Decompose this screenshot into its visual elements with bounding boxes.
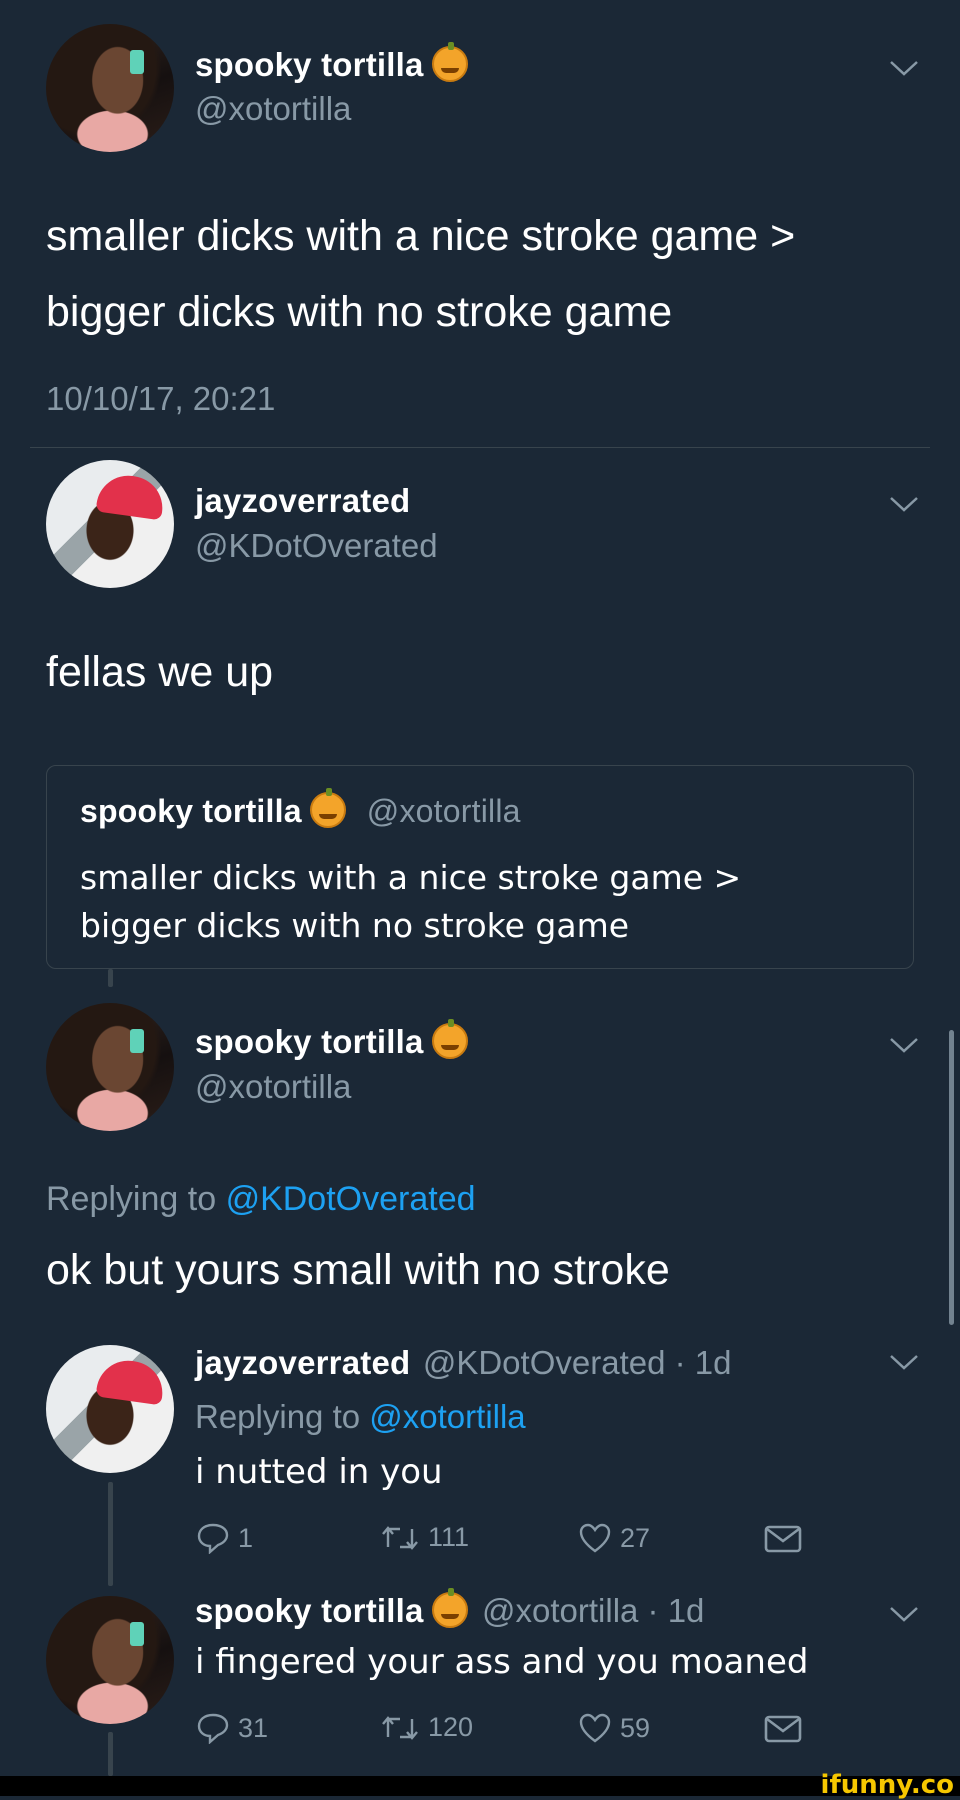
reply-count: 1 xyxy=(238,1522,254,1553)
divider xyxy=(30,447,930,448)
author-name[interactable]: spooky tortilla xyxy=(195,46,424,83)
avatar-spooky-tortilla[interactable] xyxy=(46,24,174,152)
avatar-spooky-tortilla[interactable] xyxy=(46,1003,174,1131)
pumpkin-emoji-icon xyxy=(431,42,468,82)
pumpkin-emoji-icon xyxy=(431,1019,468,1059)
reply-count: 31 xyxy=(238,1712,269,1743)
message-icon[interactable] xyxy=(764,1714,802,1744)
tweet1-author[interactable]: spooky tortilla xyxy=(195,42,468,84)
tweet4-text: i nutted in you xyxy=(195,1452,443,1492)
quoted-text-line1: smaller dicks with a nice stroke game > xyxy=(80,858,742,897)
avatar-spooky-tortilla[interactable] xyxy=(46,1596,174,1724)
tweet2-handle[interactable]: @KDotOverated xyxy=(195,527,438,565)
chevron-down-icon[interactable] xyxy=(888,1352,920,1372)
replying-prefix: Replying to xyxy=(46,1180,217,1218)
tweet4-replying-to: Replying to @xotortilla xyxy=(195,1398,526,1436)
pumpkin-emoji-icon xyxy=(309,788,346,828)
like-icon[interactable] xyxy=(578,1522,612,1554)
quoted-handle: @xotortilla xyxy=(366,793,521,829)
avatar-jayzoverrated[interactable] xyxy=(46,1345,174,1473)
tweet5-text: i fingered your ass and you moaned xyxy=(195,1642,809,1682)
quoted-author: spooky tortilla @xotortilla xyxy=(80,788,521,830)
chevron-down-icon[interactable] xyxy=(888,1035,920,1055)
tweet3-text: ok but yours small with no stroke xyxy=(46,1246,670,1294)
like-action[interactable]: 27 xyxy=(578,1522,650,1554)
message-icon[interactable] xyxy=(764,1524,802,1554)
tweet2-text: fellas we up xyxy=(46,648,274,696)
message-action[interactable] xyxy=(764,1714,802,1744)
reply-icon[interactable] xyxy=(196,1712,230,1744)
chevron-down-icon[interactable] xyxy=(888,58,920,78)
tweet1-timestamp: 10/10/17, 20:21 xyxy=(46,380,276,417)
quoted-author-name: spooky tortilla xyxy=(80,793,302,829)
retweet-icon[interactable] xyxy=(380,1523,420,1553)
avatar-jayzoverrated[interactable] xyxy=(46,460,174,588)
author-name[interactable]: spooky tortilla xyxy=(195,1023,424,1060)
tweet3-handle[interactable]: @xotortilla xyxy=(195,1068,351,1106)
tweet4-header: jayzoverrated @KDotOverated · 1d xyxy=(195,1344,731,1382)
thread-line xyxy=(108,1482,113,1586)
tweet1-handle[interactable]: @xotortilla xyxy=(195,90,351,128)
scrollbar[interactable] xyxy=(949,1030,954,1325)
like-count: 27 xyxy=(620,1522,651,1553)
retweet-icon[interactable] xyxy=(380,1713,420,1743)
tweet1-text-line2: bigger dicks with no stroke game xyxy=(46,288,673,336)
chevron-down-icon[interactable] xyxy=(888,494,920,514)
quoted-tweet[interactable]: spooky tortilla @xotortilla smaller dick… xyxy=(46,765,914,969)
retweet-count: 120 xyxy=(428,1712,474,1742)
retweet-count: 111 xyxy=(428,1522,470,1552)
thread-line xyxy=(108,969,113,987)
tweet3-author[interactable]: spooky tortilla xyxy=(195,1019,468,1061)
pumpkin-emoji-icon xyxy=(431,1588,468,1628)
reply-action[interactable]: 1 xyxy=(196,1522,253,1554)
watermark-bar xyxy=(0,1776,960,1796)
tweet5-header: spooky tortilla @xotortilla · 1d xyxy=(195,1588,704,1630)
thread-line xyxy=(108,1732,113,1776)
replying-prefix: Replying to xyxy=(195,1398,361,1435)
like-icon[interactable] xyxy=(578,1712,612,1744)
replying-handle-link[interactable]: @KDotOverated xyxy=(226,1180,476,1218)
like-count: 59 xyxy=(620,1712,651,1743)
retweet-action[interactable]: 120 xyxy=(380,1712,473,1743)
retweet-action[interactable]: 111 xyxy=(380,1522,469,1553)
reply-action[interactable]: 31 xyxy=(196,1712,268,1744)
handle-time[interactable]: @KDotOverated · 1d xyxy=(423,1344,732,1381)
message-action[interactable] xyxy=(764,1524,802,1554)
handle-time[interactable]: @xotortilla · 1d xyxy=(482,1592,704,1629)
tweet3-replying-to: Replying to @KDotOverated xyxy=(46,1180,476,1219)
author-name[interactable]: spooky tortilla xyxy=(195,1592,424,1629)
reply-icon[interactable] xyxy=(196,1522,230,1554)
tweet1-text-line1: smaller dicks with a nice stroke game > xyxy=(46,212,796,260)
chevron-down-icon[interactable] xyxy=(888,1604,920,1624)
author-name[interactable]: jayzoverrated xyxy=(195,1344,410,1381)
tweet2-author-name[interactable]: jayzoverrated xyxy=(195,482,410,520)
like-action[interactable]: 59 xyxy=(578,1712,650,1744)
quoted-text-line2: bigger dicks with no stroke game xyxy=(80,906,630,945)
replying-handle-link[interactable]: @xotortilla xyxy=(369,1398,525,1435)
